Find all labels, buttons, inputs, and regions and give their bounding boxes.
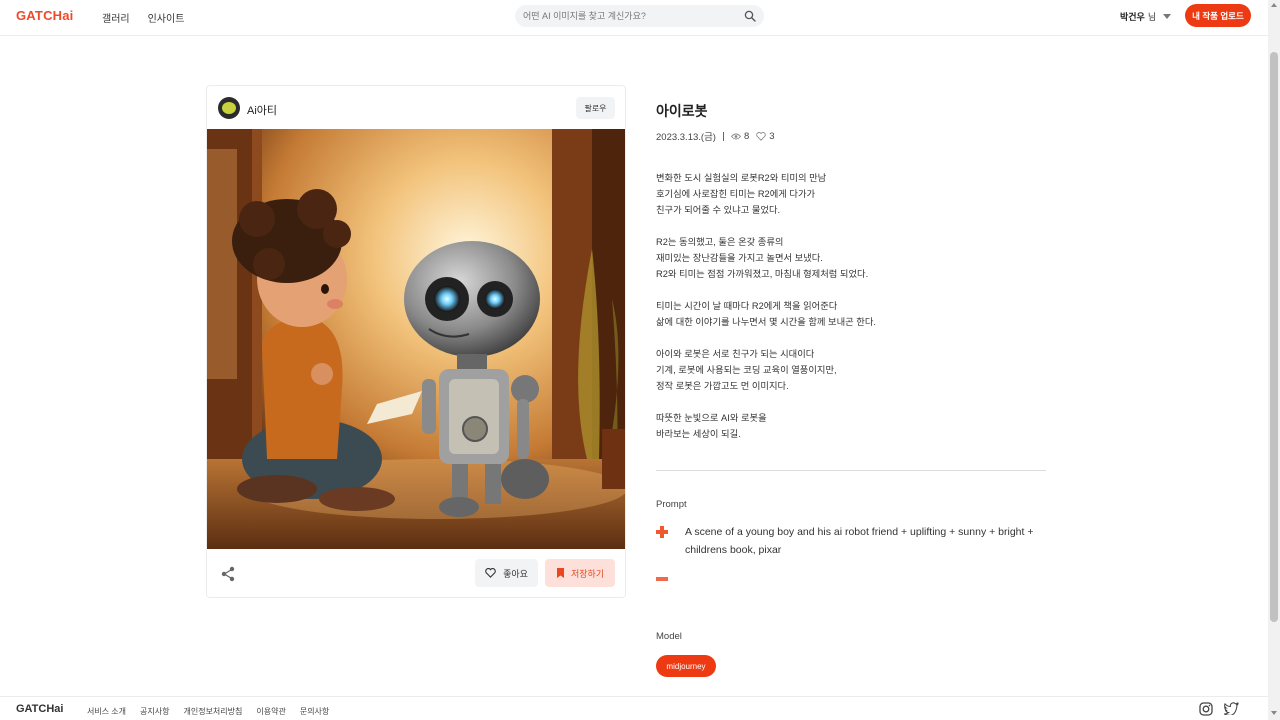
heart-icon <box>485 568 496 578</box>
artwork-image[interactable] <box>207 129 625 549</box>
author-avatar[interactable] <box>218 97 240 119</box>
footer-link-contact[interactable]: 문의사항 <box>300 706 329 717</box>
eye-icon <box>730 133 741 139</box>
artwork-description: 변화한 도시 실험실의 로봇R2와 티미의 만남 호기심에 사로잡힌 티미는 R… <box>656 170 1046 458</box>
main-nav: 갤러리 인사이트 <box>102 10 184 25</box>
user-menu[interactable]: 박건우 님 <box>1120 10 1172 23</box>
description-line: R2는 동의했고, 둘은 온갖 종류의 <box>656 237 784 247</box>
like-button[interactable]: 좋아요 <box>475 559 538 587</box>
search-bar <box>515 5 764 27</box>
description-line: 티미는 시간이 날 때마다 R2에게 책을 읽어준다 <box>656 301 838 311</box>
heart-icon <box>756 131 767 141</box>
model-label: Model <box>656 631 682 642</box>
description-paragraph: R2는 동의했고, 둘은 온갖 종류의 재미있는 장난감들을 가지고 놀면서 보… <box>656 234 1046 282</box>
search-icon[interactable] <box>744 10 756 22</box>
scroll-up-arrow-icon[interactable] <box>1271 3 1277 7</box>
meta-divider <box>722 131 724 141</box>
description-paragraph: 따뜻한 눈빛으로 AI와 로봇을 바라보는 세상이 되길. <box>656 410 1046 442</box>
artwork-meta: 2023.3.13.(금) 8 3 <box>656 129 782 144</box>
footer-link-about[interactable]: 서비스 소개 <box>87 706 126 717</box>
description-paragraph: 티미는 시간이 날 때마다 R2에게 책을 읽어준다 삶에 대한 이야기를 나누… <box>656 298 1046 330</box>
like-count: 3 <box>756 130 775 142</box>
prompt-label: Prompt <box>656 499 687 510</box>
chevron-down-icon <box>1163 14 1172 19</box>
plus-icon <box>656 526 668 538</box>
save-label: 저장하기 <box>570 568 605 579</box>
share-icon[interactable] <box>221 566 235 582</box>
description-line: 변화한 도시 실험실의 로봇R2와 티미의 만남 <box>656 173 827 183</box>
description-line: 따뜻한 눈빛으로 AI와 로봇을 <box>656 413 767 423</box>
follow-button[interactable]: 팔로우 <box>576 97 615 119</box>
artwork-title: 아이로봇 <box>656 103 708 119</box>
card-header: Ai아티 팔로우 <box>207 86 625 129</box>
description-line: 바라보는 세상이 되길. <box>656 429 741 439</box>
upload-date: 2023.3.13.(금) <box>656 132 716 143</box>
description-line: R2와 티미는 점점 가까워졌고, 마침내 형제처럼 되었다. <box>656 269 869 279</box>
site-logo[interactable]: GATCHai <box>16 8 74 23</box>
instagram-icon[interactable] <box>1199 702 1213 716</box>
description-paragraph: 아이와 로봇은 서로 친구가 되는 시대이다 기계, 로봇에 사용되는 코딩 교… <box>656 346 1046 394</box>
twitter-icon[interactable] <box>1224 702 1239 715</box>
description-line: 정작 로봇은 가깝고도 먼 이미지다. <box>656 381 789 391</box>
author-name[interactable]: Ai아티 <box>247 102 277 118</box>
search-input[interactable] <box>523 8 738 24</box>
nav-item-gallery[interactable]: 갤러리 <box>102 10 130 25</box>
description-paragraph: 변화한 도시 실험실의 로봇R2와 티미의 만남 호기심에 사로잡힌 티미는 R… <box>656 170 1046 218</box>
scroll-down-arrow-icon[interactable] <box>1271 711 1277 715</box>
description-line: 호기심에 사로잡힌 티미는 R2에게 다가가 <box>656 189 816 199</box>
site-footer: GATCHai 서비스 소개 공지사항 개인정보처리방침 이용약관 문의사항 <box>0 696 1268 720</box>
page-scrollbar[interactable] <box>1268 0 1280 720</box>
save-button[interactable]: 저장하기 <box>545 559 615 587</box>
scrollbar-thumb[interactable] <box>1270 52 1278 622</box>
description-line: 삶에 대한 이야기를 나누면서 몇 시간을 함께 보내곤 한다. <box>656 317 876 327</box>
prompt-text: A scene of a young boy and his ai robot … <box>685 526 1034 556</box>
description-line: 재미있는 장난감들을 가지고 놀면서 보냈다. <box>656 253 823 263</box>
user-suffix: 님 <box>1147 12 1157 22</box>
section-divider <box>656 470 1046 471</box>
card-actions: 좋아요 저장하기 <box>207 549 625 597</box>
footer-link-privacy[interactable]: 개인정보처리방침 <box>183 706 242 717</box>
top-navigation-bar: GATCHai 갤러리 인사이트 박건우 님 내 작품 업로드 <box>0 0 1268 36</box>
minus-icon <box>656 577 668 581</box>
description-line: 친구가 되어줄 수 있냐고 물었다. <box>656 205 781 215</box>
footer-links: 서비스 소개 공지사항 개인정보처리방침 이용약관 문의사항 <box>87 706 329 717</box>
bookmark-icon <box>556 568 564 578</box>
upload-artwork-button[interactable]: 내 작품 업로드 <box>1185 4 1251 27</box>
model-tag[interactable]: midjourney <box>656 655 716 677</box>
artwork-illustration <box>207 129 625 549</box>
footer-logo[interactable]: GATCHai <box>16 703 63 715</box>
artwork-card: Ai아티 팔로우 좋아요 저장하기 <box>206 85 626 598</box>
footer-link-terms[interactable]: 이용약관 <box>256 706 285 717</box>
view-count-value: 8 <box>743 130 750 142</box>
nav-item-insight[interactable]: 인사이트 <box>148 10 185 25</box>
footer-link-notice[interactable]: 공지사항 <box>140 706 169 717</box>
user-name: 박건우 <box>1120 12 1145 22</box>
description-line: 아이와 로봇은 서로 친구가 되는 시대이다 <box>656 349 815 359</box>
like-label: 좋아요 <box>503 568 528 579</box>
view-count: 8 <box>730 130 750 142</box>
like-count-value: 3 <box>769 130 775 142</box>
description-line: 기계, 로봇에 사용되는 코딩 교육이 열풍이지만, <box>656 365 837 375</box>
